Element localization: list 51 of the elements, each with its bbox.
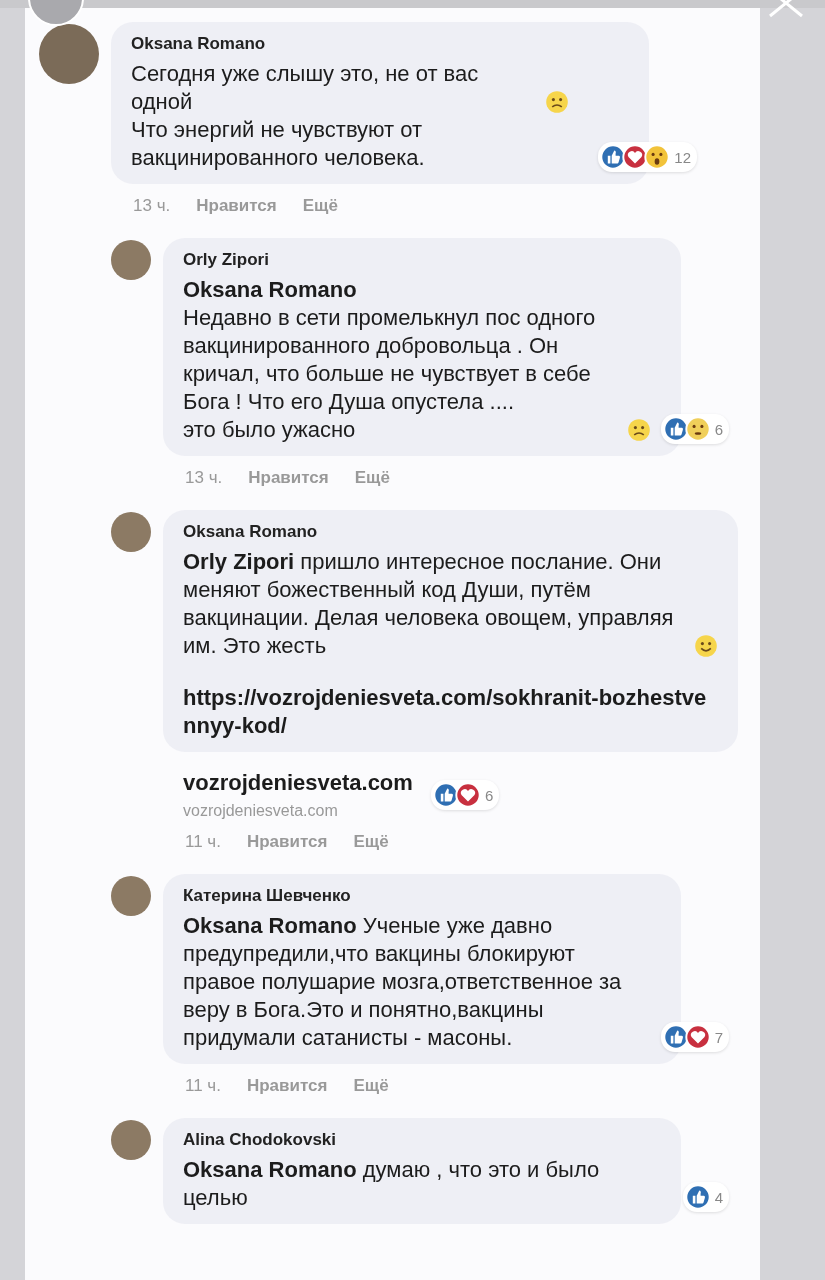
comment-text: Orly Zipori пришло интересное послание. Они меняют божественный код Души, путём вакцинации. Делая человека овощем, управляя им. Это жесть xyxy=(183,548,675,660)
comment-action-link[interactable]: Нравится xyxy=(246,1076,328,1096)
love-reaction-icon xyxy=(454,782,481,808)
like-reaction-icon xyxy=(662,416,689,442)
reaction-count: 4 xyxy=(714,1188,723,1206)
link[interactable]: https://vozrojdeniesveta.com/sokhranit-bozhestvennyy-kod/ xyxy=(183,684,718,740)
author-name[interactable]: Oksana Romano xyxy=(131,34,569,54)
comment-text: Oksana Romano Недавно в сети промелькнул пос одного вакцинированного добровольца . Он кричал, что больше не чувствует в себе Бога ! Что его Душа опустела .... это было ужасно xyxy=(183,276,597,444)
avatar xyxy=(111,240,151,280)
like-reaction-icon xyxy=(432,782,459,808)
sad-face-icon xyxy=(627,418,651,442)
author-name[interactable]: Катерина Шевченко xyxy=(183,886,651,906)
reaction-count: 6 xyxy=(484,786,494,804)
comment-text: Сегодня уже слышу это, не от вас одной xyxy=(131,60,480,116)
reaction-summary[interactable]: 6 xyxy=(430,780,500,810)
author-name[interactable]: Alina Chodokovski xyxy=(183,1130,651,1150)
like-reaction-icon xyxy=(684,1184,711,1210)
link-preview-title[interactable]: vozrojdeniesveta.com xyxy=(183,770,413,796)
reaction-summary[interactable]: 4 xyxy=(682,1182,729,1212)
reaction-count: 7 xyxy=(714,1028,723,1046)
reaction-summary[interactable]: 7 xyxy=(660,1022,729,1052)
avatar xyxy=(111,512,151,552)
comment-action-link[interactable]: Нравится xyxy=(248,468,329,488)
comment-action-link[interactable]: Нравится xyxy=(196,196,277,216)
sad-face-icon xyxy=(545,90,569,114)
comment-time: 11 ч. xyxy=(185,1076,221,1096)
reaction-summary[interactable]: 6 xyxy=(660,414,729,444)
reaction-count: 12 xyxy=(674,148,691,166)
link-preview-domain: vozrojdeniesveta.com xyxy=(183,802,339,820)
reaction-count: 6 xyxy=(714,420,723,438)
author-name[interactable]: Oksana Romano xyxy=(183,522,718,542)
comment-time: 11 ч. xyxy=(185,832,221,852)
author-name[interactable]: Orly Zipori xyxy=(183,250,651,270)
reaction-summary[interactable]: 12 xyxy=(598,142,697,172)
comment-action-link[interactable]: Нравится xyxy=(246,832,328,852)
love-reaction-icon xyxy=(684,1024,711,1050)
comment-action-link[interactable]: Ещё xyxy=(354,468,390,488)
like-reaction-icon xyxy=(662,1024,689,1050)
comment-action-link[interactable]: Ещё xyxy=(302,196,338,216)
comment-time: 13 ч. xyxy=(185,468,223,488)
comment-time: 13 ч. xyxy=(133,196,171,216)
avatar xyxy=(111,1120,151,1160)
comment-action-link[interactable]: Ещё xyxy=(353,832,389,852)
sad-reaction-icon xyxy=(684,416,711,442)
avatar xyxy=(111,876,151,916)
comment-text: Oksana Romano думаю , что это и было целью xyxy=(183,1156,601,1212)
comment-text: Что энергий не чувствуют от вакцинированного человека. xyxy=(131,116,426,172)
smiley-icon xyxy=(694,634,718,658)
comment-action-link[interactable]: Ещё xyxy=(353,1076,389,1096)
wow-reaction-icon xyxy=(644,144,671,170)
comment-text: Oksana Romano Ученые уже давно предупредили,что вакцины блокируют правое полушарие мозга,ответственное за веру в Бога.Это и понятно,вакцины придумали сатанисты - масоны. xyxy=(183,912,623,1052)
